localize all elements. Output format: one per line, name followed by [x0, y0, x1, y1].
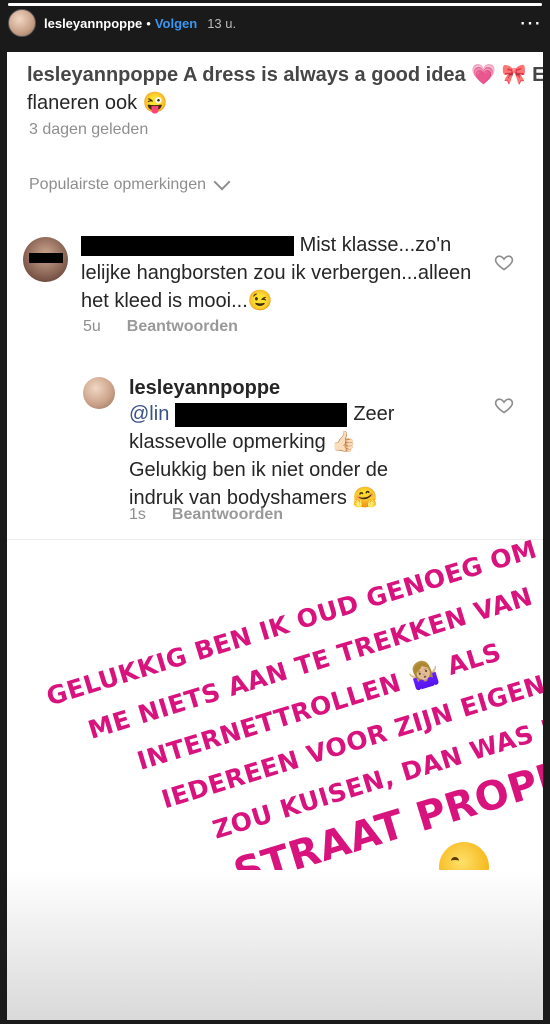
reply-time: 1s	[129, 506, 146, 523]
reply-button[interactable]: Beantwoorden	[127, 318, 238, 335]
more-options-icon[interactable]: ⋯	[519, 12, 542, 34]
reply-avatar[interactable]	[83, 377, 115, 409]
avatar[interactable]	[8, 9, 36, 37]
commenter-avatar[interactable]	[23, 237, 68, 282]
story-progress-bar	[8, 3, 542, 6]
post-date: 3 dagen geleden	[29, 121, 149, 138]
reply-text: @lin Zeer klassevolle opmerking 👍🏻 Gelukk…	[129, 400, 429, 512]
popular-comments-toggle[interactable]: Populairste opmerkingen	[29, 173, 231, 194]
comment-meta: 5u Beantwoorden	[83, 318, 238, 336]
reply-button[interactable]: Beantwoorden	[172, 506, 283, 523]
divider	[7, 539, 543, 540]
separator: •	[146, 15, 151, 31]
comment-text: Mist klasse...zo'n lelijke hangborsten z…	[81, 231, 491, 315]
post-caption-line: flaneren ook 😜	[27, 92, 168, 114]
redaction-bar	[29, 253, 63, 263]
bottom-gradient	[7, 870, 543, 1020]
redacted-mention	[175, 402, 348, 427]
reply-username[interactable]: lesleyannpoppe	[129, 377, 280, 400]
like-heart-icon[interactable]	[494, 252, 514, 272]
chevron-down-icon	[213, 173, 231, 191]
comment-time: 5u	[83, 318, 101, 335]
follow-button[interactable]: Volgen	[155, 16, 197, 31]
screenshot-card: lesleyannpoppe A dress is always a good …	[7, 52, 543, 1020]
post-caption-cut: lesleyannpoppe A dress is always a good …	[27, 64, 543, 86]
timestamp: 13 u.	[207, 15, 237, 31]
mention-link[interactable]: @lin	[129, 403, 169, 425]
reply-meta: 1s Beantwoorden	[129, 506, 283, 524]
username[interactable]: lesleyannpoppe	[44, 16, 142, 31]
popular-comments-label: Populairste opmerkingen	[29, 176, 206, 193]
story-progress-fill	[8, 3, 542, 6]
story-header: lesleyannpoppe • Volgen 13 u. ⋯	[8, 8, 542, 38]
like-heart-icon[interactable]	[494, 395, 514, 415]
redacted-username	[81, 235, 294, 256]
